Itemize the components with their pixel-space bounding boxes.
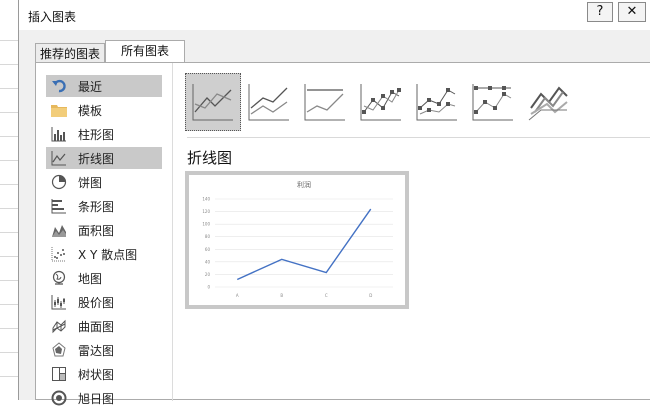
- radar-chart-icon: [50, 341, 68, 359]
- sidebar-item-label: 曲面图: [78, 319, 115, 334]
- sidebar-item-sunburst[interactable]: 旭日图: [46, 387, 162, 409]
- y-tick-label: 100: [202, 222, 210, 227]
- series-line: [236, 208, 372, 281]
- sidebar-item-stock[interactable]: 股价图: [46, 291, 162, 313]
- sidebar-item-label: 地图: [78, 271, 103, 286]
- line-chart-icon: [50, 149, 68, 167]
- sidebar-item-radar[interactable]: 雷达图: [46, 339, 162, 361]
- y-tick-label: 140: [202, 197, 210, 202]
- sidebar-item-label: 最近: [78, 79, 103, 94]
- chart-type-area: 折线图 利润 0 20 40 60 80 100 120 140 A B C D: [173, 63, 650, 401]
- chart-preview[interactable]: 利润 0 20 40 60 80 100 120 140 A B C D: [185, 171, 409, 309]
- pie-chart-icon: [50, 173, 68, 191]
- tab-recommended-charts[interactable]: 推荐的图表: [35, 43, 105, 63]
- sidebar-item-label: 条形图: [78, 199, 115, 214]
- line-icon: [192, 84, 233, 121]
- globe-map-icon: [50, 269, 68, 287]
- sidebar-item-line[interactable]: 折线图: [46, 147, 162, 169]
- percent-stacked-line-icon: [304, 84, 345, 121]
- line-chart-preview: 利润 0 20 40 60 80 100 120 140 A B C D: [202, 180, 393, 298]
- y-tick-label: 20: [205, 272, 211, 277]
- chart-type-percent-stacked-line-with-markers[interactable]: [465, 73, 521, 131]
- chart-type-line-with-markers[interactable]: [353, 73, 409, 131]
- 3d-line-icon: [528, 86, 568, 121]
- chart-type-stacked-line-with-markers[interactable]: [409, 73, 465, 131]
- sidebar-item-label: 面积图: [78, 223, 115, 238]
- stacked-line-with-markers-icon: [416, 84, 457, 121]
- chart-type-3d-line[interactable]: [521, 73, 577, 131]
- sidebar-item-treemap[interactable]: 树状图: [46, 363, 162, 385]
- chart-title: 利润: [297, 180, 311, 189]
- sidebar-item-label: X Y 散点图: [78, 247, 138, 262]
- sidebar-item-templates[interactable]: 模板: [46, 99, 162, 121]
- sidebar-item-label: 模板: [78, 103, 103, 118]
- sidebar-item-scatter[interactable]: X Y 散点图: [46, 243, 162, 265]
- area-chart-icon: [50, 221, 68, 239]
- folder-icon: [50, 101, 68, 119]
- sidebar-item-label: 折线图: [78, 151, 115, 166]
- line-with-markers-icon: [360, 84, 401, 121]
- x-tick-label: C: [325, 293, 328, 298]
- sidebar-item-label: 股价图: [78, 295, 115, 310]
- y-tick-label: 80: [205, 234, 211, 239]
- y-tick-label: 120: [202, 209, 210, 214]
- sidebar-item-map[interactable]: 地图: [46, 267, 162, 289]
- sidebar-item-surface[interactable]: 曲面图: [46, 315, 162, 337]
- section-divider: [187, 137, 650, 138]
- sidebar-item-column[interactable]: 柱形图: [46, 123, 162, 145]
- x-tick-label: A: [236, 293, 239, 298]
- percent-stacked-line-with-markers-icon: [472, 84, 513, 121]
- x-tick-label: B: [280, 293, 283, 298]
- help-button[interactable]: ?: [587, 2, 613, 22]
- scatter-chart-icon: [50, 245, 68, 263]
- chart-category-list: 最近 模板 柱形图 折线图 饼图 条形图 面积图 X Y 散点图 地图 股价图 …: [36, 63, 173, 406]
- column-chart-icon: [50, 125, 68, 143]
- close-button[interactable]: ✕: [618, 2, 646, 22]
- section-title: 折线图: [187, 149, 233, 167]
- chart-type-percent-stacked-line[interactable]: [297, 73, 353, 131]
- dialog-title: 插入图表: [28, 10, 77, 24]
- x-tick-label: D: [369, 293, 372, 298]
- sidebar-item-label: 树状图: [78, 367, 115, 382]
- sidebar-item-pie[interactable]: 饼图: [46, 171, 162, 193]
- treemap-chart-icon: [50, 365, 68, 383]
- bar-chart-icon: [50, 197, 68, 215]
- sidebar-item-label: 旭日图: [78, 391, 115, 406]
- tab-panel: 最近 模板 柱形图 折线图 饼图 条形图 面积图 X Y 散点图 地图 股价图 …: [35, 62, 650, 406]
- surface-chart-icon: [50, 317, 68, 335]
- stock-chart-icon: [50, 293, 68, 311]
- y-tick-label: 0: [207, 285, 210, 290]
- y-tick-label: 40: [205, 259, 211, 264]
- sunburst-chart-icon: [50, 389, 68, 407]
- sidebar-item-label: 饼图: [78, 175, 103, 190]
- chart-type-stacked-line[interactable]: [241, 73, 297, 131]
- sidebar-item-label: 柱形图: [78, 127, 115, 142]
- sidebar-item-recent[interactable]: 最近: [46, 75, 162, 97]
- chart-type-line[interactable]: [185, 73, 241, 131]
- sidebar-item-label: 雷达图: [78, 343, 115, 358]
- stacked-line-icon: [248, 84, 289, 121]
- sidebar-item-area[interactable]: 面积图: [46, 219, 162, 241]
- y-tick-label: 60: [205, 247, 211, 252]
- title-bar: 插入图表 ? ✕: [19, 0, 650, 30]
- tab-all-charts[interactable]: 所有图表: [105, 40, 185, 63]
- insert-chart-dialog: 插入图表 ? ✕ 推荐的图表 所有图表 最近 模板 柱形图 折线图 饼图 条形图…: [18, 0, 650, 406]
- sidebar-item-bar[interactable]: 条形图: [46, 195, 162, 217]
- undo-arrow-icon: [50, 77, 68, 95]
